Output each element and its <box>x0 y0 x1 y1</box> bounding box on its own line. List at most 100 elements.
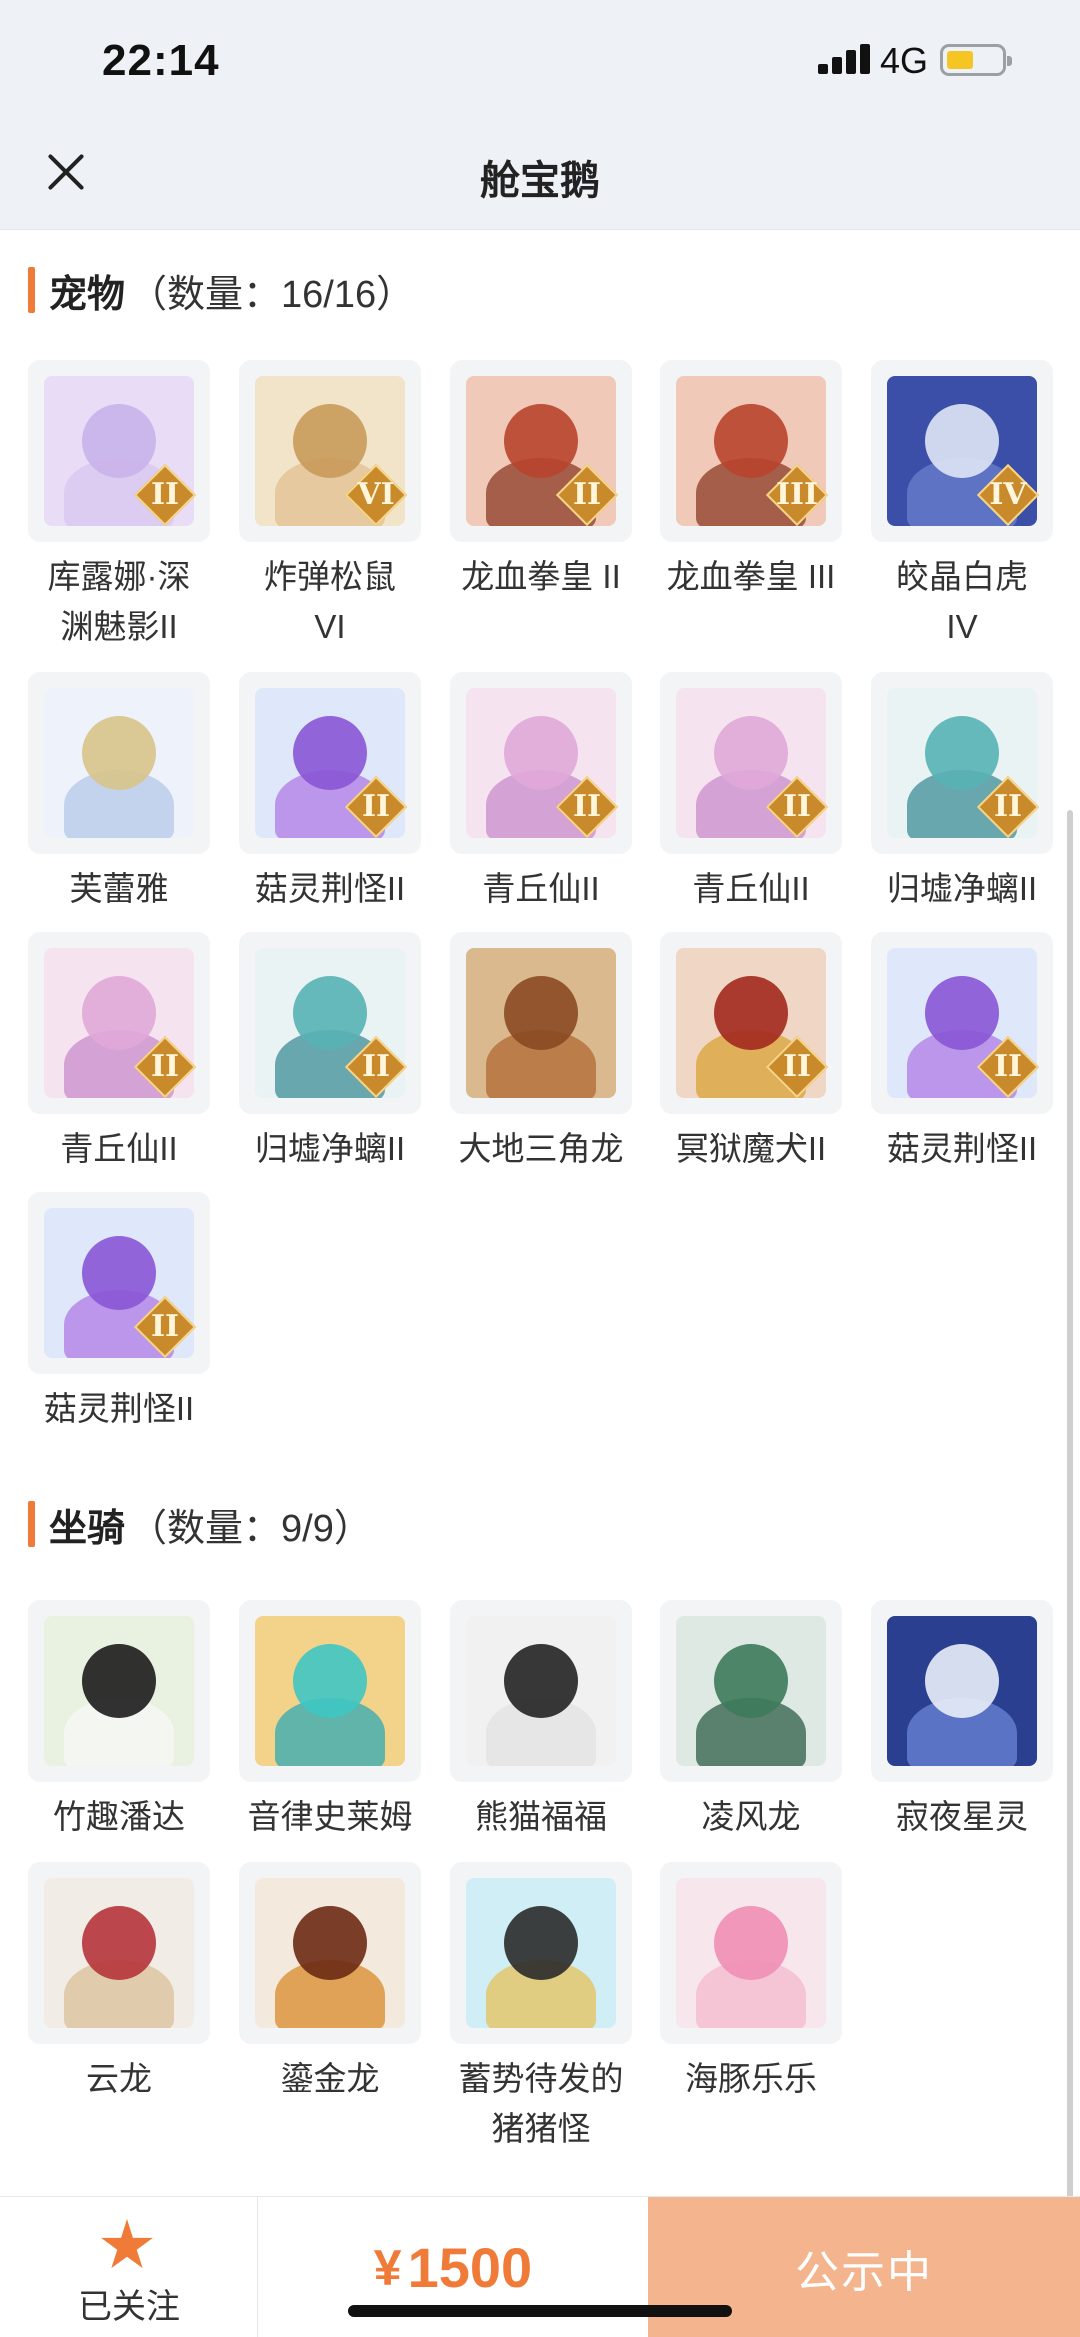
battery-icon <box>940 44 1012 76</box>
mount-item[interactable]: 海豚乐乐 <box>660 1862 842 2104</box>
tier-badge: II <box>555 775 619 839</box>
mount-item[interactable]: 蓄势待发的 猪猪怪 <box>450 1862 632 2154</box>
pet-name: 龙血拳皇 II <box>461 558 621 595</box>
price-currency: ¥ <box>373 2239 402 2296</box>
mount-image <box>255 1616 405 1766</box>
pet-item[interactable]: II 库露娜·深 渊魅影II <box>28 360 210 652</box>
pet-item[interactable]: 芙蕾雅 <box>28 672 210 914</box>
mount-thumbnail <box>450 1862 632 2044</box>
mount-image <box>44 1878 194 2028</box>
pet-item[interactable]: II 青丘仙II <box>660 672 842 914</box>
status-bar: 22:14 4G <box>0 0 1080 120</box>
tier-label: II <box>150 1049 180 1084</box>
tier-badge: II <box>765 775 829 839</box>
tier-label: II <box>993 1049 1023 1084</box>
pet-item[interactable]: II 青丘仙II <box>450 672 632 914</box>
follow-label: 已关注 <box>78 2288 180 2326</box>
pets-section-title: 宠物 <box>49 273 126 316</box>
pet-thumbnail: II <box>239 672 421 854</box>
tier-badge: II <box>133 1295 197 1359</box>
pet-thumbnail: II <box>660 672 842 854</box>
pet-thumbnail: II <box>28 932 210 1114</box>
pet-image <box>44 688 194 838</box>
tier-label: III <box>775 477 819 512</box>
pet-item[interactable]: II 青丘仙II <box>28 932 210 1174</box>
tier-badge: II <box>344 1035 408 1099</box>
pets-section-header: 宠物 （数量：16/16） <box>28 266 414 316</box>
pet-image <box>466 948 616 1098</box>
tier-badge: IV <box>976 463 1040 527</box>
tier-badge: III <box>765 463 829 527</box>
pet-name: 菇灵荆怪II <box>43 1390 195 1427</box>
mount-name: 凌风龙 <box>701 1798 801 1835</box>
pet-item[interactable]: II 菇灵荆怪II <box>239 672 421 914</box>
signal-icon <box>818 44 870 74</box>
pet-item[interactable]: VI 炸弹松鼠 VI <box>239 360 421 652</box>
tier-badge: VI <box>344 463 408 527</box>
mounts-section-count: （数量：9/9） <box>129 1507 372 1550</box>
pet-name: 炸弹松鼠 VI <box>264 558 396 645</box>
mount-thumbnail <box>450 1600 632 1782</box>
pet-item[interactable]: IV 皎晶白虎 IV <box>871 360 1053 652</box>
content-area: 宠物 （数量：16/16） II 库露娜·深 渊魅影II VI 炸弹松鼠 VI II 龙血拳皇… <box>0 230 1080 2196</box>
tier-badge: II <box>133 1035 197 1099</box>
pet-item[interactable]: II 菇灵荆怪II <box>28 1192 210 1434</box>
pet-name: 菇灵荆怪II <box>254 870 406 907</box>
tier-badge: II <box>133 463 197 527</box>
tier-badge: II <box>555 463 619 527</box>
mount-name: 熊猫福福 <box>475 1798 607 1835</box>
section-accent-bar <box>28 267 35 313</box>
mount-thumbnail <box>239 1600 421 1782</box>
pet-name: 龙血拳皇 III <box>666 558 836 595</box>
tier-badge: II <box>344 775 408 839</box>
tier-label: IV <box>989 477 1027 512</box>
follow-button[interactable]: 已关注 <box>0 2197 258 2337</box>
pet-thumbnail: II <box>28 1192 210 1374</box>
home-indicator <box>348 2305 732 2317</box>
mount-item[interactable]: 鎏金龙 <box>239 1862 421 2104</box>
pet-thumbnail: II <box>239 932 421 1114</box>
mount-image <box>466 1878 616 2028</box>
mount-item[interactable]: 寂夜星灵 <box>871 1600 1053 1842</box>
mount-name: 寂夜星灵 <box>896 1798 1028 1835</box>
pet-item[interactable]: III 龙血拳皇 III <box>660 360 842 602</box>
pet-item[interactable]: II 菇灵荆怪II <box>871 932 1053 1174</box>
price-amount: 1500 <box>407 2236 533 2299</box>
status-time: 22:14 <box>102 36 220 85</box>
pet-thumbnail: II <box>450 672 632 854</box>
pet-thumbnail <box>28 672 210 854</box>
mount-item[interactable]: 竹趣潘达 <box>28 1600 210 1842</box>
mount-thumbnail <box>660 1600 842 1782</box>
mount-item[interactable]: 云龙 <box>28 1862 210 2104</box>
mount-item[interactable]: 音律史莱姆 <box>239 1600 421 1842</box>
tier-badge: II <box>976 1035 1040 1099</box>
mount-item[interactable]: 熊猫福福 <box>450 1600 632 1842</box>
mount-thumbnail <box>28 1600 210 1782</box>
nav-bar: 舱宝鹅 <box>0 120 1080 230</box>
scrollbar[interactable] <box>1067 810 1073 2200</box>
pet-name: 芙蕾雅 <box>69 870 169 907</box>
mount-thumbnail <box>239 1862 421 2044</box>
tier-label: II <box>782 789 812 824</box>
mount-image <box>676 1616 826 1766</box>
tier-label: II <box>150 1309 180 1344</box>
page-title: 舱宝鹅 <box>480 159 600 203</box>
pet-name: 归墟净螭II <box>886 870 1038 907</box>
tier-label: II <box>993 789 1023 824</box>
pet-thumbnail: II <box>450 360 632 542</box>
mount-thumbnail <box>28 1862 210 2044</box>
mount-item[interactable]: 凌风龙 <box>660 1600 842 1842</box>
pet-name: 青丘仙II <box>60 1130 178 1167</box>
pet-name: 归墟净螭II <box>254 1130 406 1167</box>
mount-name: 海豚乐乐 <box>685 2060 817 2097</box>
pet-item[interactable]: II 归墟净螭II <box>871 672 1053 914</box>
pet-item[interactable]: 大地三角龙 <box>450 932 632 1174</box>
pet-thumbnail: III <box>660 360 842 542</box>
pet-item[interactable]: II 归墟净螭II <box>239 932 421 1174</box>
pet-item[interactable]: II 龙血拳皇 II <box>450 360 632 602</box>
pet-thumbnail: II <box>660 932 842 1114</box>
pet-item[interactable]: II 冥狱魔犬II <box>660 932 842 1174</box>
pet-name: 青丘仙II <box>692 870 810 907</box>
mount-thumbnail <box>660 1862 842 2044</box>
mount-image <box>255 1878 405 2028</box>
